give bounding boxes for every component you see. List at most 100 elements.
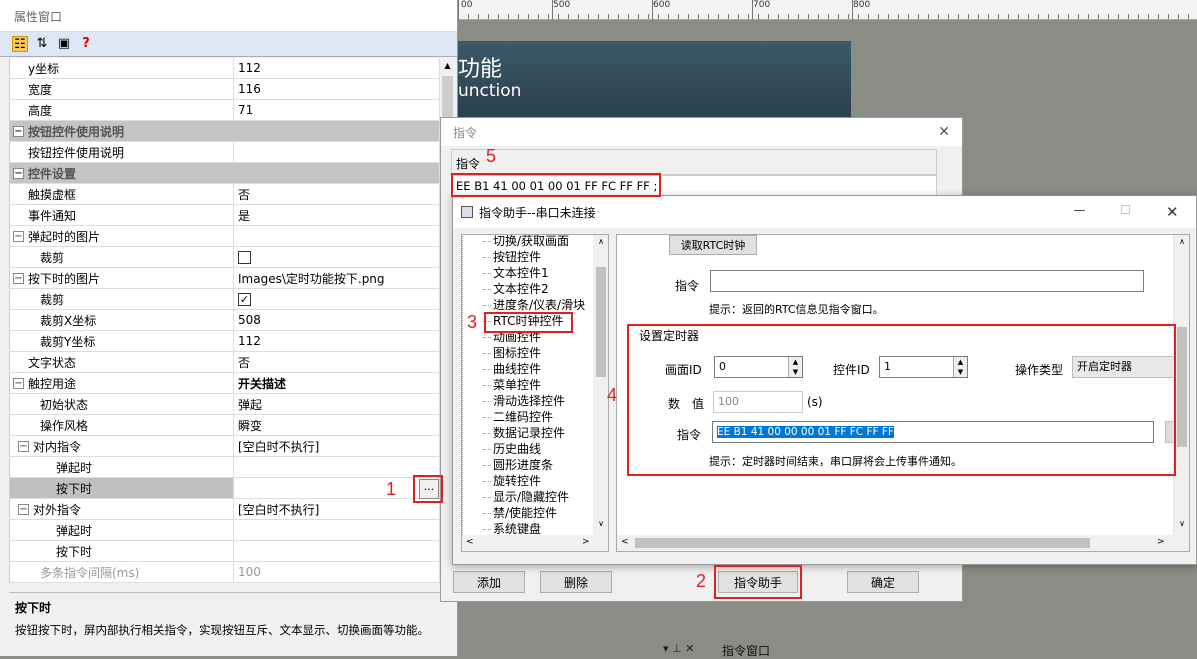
tree-item[interactable]: 显示/隐藏控件 — [463, 489, 592, 505]
tree-item[interactable]: 按钮控件 — [463, 249, 592, 265]
property-row[interactable]: y坐标 112 — [10, 58, 439, 79]
scroll-up-icon[interactable]: ∧ — [1174, 237, 1189, 246]
collapse-icon[interactable]: − — [13, 272, 24, 284]
instruction-title: 指令 — [453, 126, 478, 140]
property-row[interactable]: 按下时 — [10, 541, 439, 562]
property-row[interactable]: − 控件设置 — [10, 163, 439, 184]
property-row[interactable]: 裁剪Y坐标 112 — [10, 331, 439, 352]
tree-item[interactable]: 进度条/仪表/滑块 — [463, 297, 592, 313]
property-value: Images\定时功能按下.png — [238, 271, 385, 286]
marker-3: 3 — [467, 312, 478, 332]
property-row[interactable]: − 对内指令 [空白时不执行] — [10, 436, 439, 457]
scroll-up-icon[interactable]: ∧ — [593, 237, 608, 246]
tree-item[interactable]: 圆形进度条 — [463, 457, 592, 473]
property-row[interactable]: 初始状态 弹起 — [10, 394, 439, 415]
property-row[interactable]: 宽度 116 — [10, 79, 439, 100]
property-row[interactable]: 触摸虚框 否 — [10, 184, 439, 205]
tree-item[interactable]: 切换/获取画面 — [463, 235, 592, 249]
property-row[interactable]: − 对外指令 [空白时不执行] — [10, 499, 439, 520]
instruction-label: 指令 — [451, 149, 937, 175]
scroll-down-icon[interactable]: ∨ — [593, 519, 608, 528]
detail-scroll-thumb[interactable] — [1177, 327, 1187, 447]
property-row[interactable]: 高度 71 — [10, 100, 439, 121]
control-tree[interactable]: 切换/获取画面 按钮控件 文本控件1 文本控件2 进度条/仪表/滑块 RTC时钟控件 动画控… — [461, 234, 609, 552]
marker-5: 5 — [486, 146, 497, 166]
property-value: 508 — [238, 313, 261, 327]
property-row[interactable]: 裁剪X坐标 508 — [10, 310, 439, 331]
highlight-command-value — [451, 173, 661, 197]
close-icon[interactable]: ✕ — [938, 124, 950, 140]
minimize-icon[interactable]: — — [1073, 203, 1085, 221]
property-label: 触摸虚框 — [28, 187, 77, 202]
tree-item[interactable]: 文本控件1 — [463, 265, 592, 281]
property-label: 控件设置 — [28, 166, 77, 181]
property-row[interactable]: 操作风格 瞬变 — [10, 415, 439, 436]
collapse-icon[interactable]: − — [13, 230, 24, 242]
property-value: 否 — [238, 187, 251, 202]
property-row[interactable]: 按下时 — [10, 478, 439, 499]
tree-scroll-thumb[interactable] — [596, 267, 606, 377]
collapse-icon[interactable]: − — [18, 503, 29, 515]
help-icon[interactable]: ? — [78, 36, 94, 52]
property-row[interactable]: 事件通知 是 — [10, 205, 439, 226]
marker-2: 2 — [696, 571, 707, 591]
add-button[interactable]: 添加 — [453, 571, 525, 593]
property-row[interactable]: 裁剪 ✓ — [10, 289, 439, 310]
property-value: 是 — [238, 208, 251, 223]
scroll-left-icon[interactable]: < — [466, 537, 474, 547]
property-label: 按钮控件使用说明 — [28, 124, 125, 139]
collapse-icon[interactable]: − — [13, 377, 24, 389]
tree-item[interactable]: 文本控件2 — [463, 281, 592, 297]
tree-item[interactable]: 曲线控件 — [463, 361, 592, 377]
property-value: 71 — [238, 103, 254, 117]
tree-item[interactable]: 历史曲线 — [463, 441, 592, 457]
property-row[interactable]: 弹起时 — [10, 520, 439, 541]
bottom-tab-instruction[interactable]: 指令窗口 — [722, 642, 770, 659]
tree-item[interactable]: 二维码控件 — [463, 409, 592, 425]
sort-alpha-icon[interactable]: ⇅ — [34, 36, 50, 52]
property-label: 对外指令 — [33, 502, 82, 517]
tree-item[interactable]: 图标控件 — [463, 345, 592, 361]
property-row[interactable]: − 按钮控件使用说明 — [10, 121, 439, 142]
tree-item[interactable]: 数据记录控件 — [463, 425, 592, 441]
checkbox[interactable]: ✓ — [238, 292, 251, 306]
detail-hscrollbar[interactable]: < > — [617, 535, 1189, 551]
rtc-command-input[interactable] — [710, 270, 1144, 292]
property-label: 裁剪 — [40, 250, 65, 265]
delete-button[interactable]: 删除 — [540, 571, 612, 593]
property-row[interactable]: 多条指令间隔(ms) 100 — [10, 562, 439, 583]
collapse-icon[interactable]: − — [13, 167, 24, 179]
tree-hscrollbar[interactable]: < > — [462, 535, 608, 551]
property-pages-icon[interactable]: ▣ — [56, 36, 72, 52]
scroll-up-icon[interactable]: ▲ — [440, 58, 455, 74]
property-row[interactable]: 裁剪 — [10, 247, 439, 268]
scroll-right-icon[interactable]: > — [1157, 537, 1165, 547]
scroll-left-icon[interactable]: < — [621, 537, 629, 547]
property-value: 开关描述 — [238, 376, 287, 391]
property-row[interactable]: 文字状态 否 — [10, 352, 439, 373]
scroll-down-icon[interactable]: ∨ — [1174, 519, 1189, 528]
scroll-right-icon[interactable]: > — [582, 537, 590, 547]
property-value: 瞬变 — [238, 418, 263, 433]
property-row[interactable]: − 弹起时的图片 — [10, 226, 439, 247]
helper-title: 指令助手--串口未连接 — [479, 205, 596, 220]
tree-item[interactable]: 滑动选择控件 — [463, 393, 592, 409]
collapse-icon[interactable]: − — [13, 125, 24, 137]
maximize-icon[interactable]: ☐ — [1120, 203, 1131, 221]
detail-hscroll-thumb[interactable] — [635, 538, 1090, 548]
ok-button[interactable]: 确定 — [847, 571, 919, 593]
property-row[interactable]: − 按下时的图片 Images\定时功能按下.png — [10, 268, 439, 289]
collapse-icon[interactable]: − — [18, 440, 29, 452]
tree-item[interactable]: 禁/使能控件 — [463, 505, 592, 521]
read-rtc-button[interactable]: 读取RTC时钟 — [669, 235, 757, 255]
property-row[interactable]: − 触控用途 开关描述 — [10, 373, 439, 394]
property-row[interactable]: 弹起时 — [10, 457, 439, 478]
checkbox[interactable] — [238, 250, 251, 264]
property-label: 按下时 — [56, 481, 93, 496]
bottom-tab-pin-icons[interactable]: ▾ ⊥ ✕ — [663, 642, 694, 655]
property-row[interactable]: 按钮控件使用说明 — [10, 142, 439, 163]
close-icon[interactable]: ✕ — [1166, 203, 1179, 221]
tree-item[interactable]: 旋转控件 — [463, 473, 592, 489]
tree-item[interactable]: 菜单控件 — [463, 377, 592, 393]
categorized-icon[interactable]: ☷ — [12, 36, 28, 52]
